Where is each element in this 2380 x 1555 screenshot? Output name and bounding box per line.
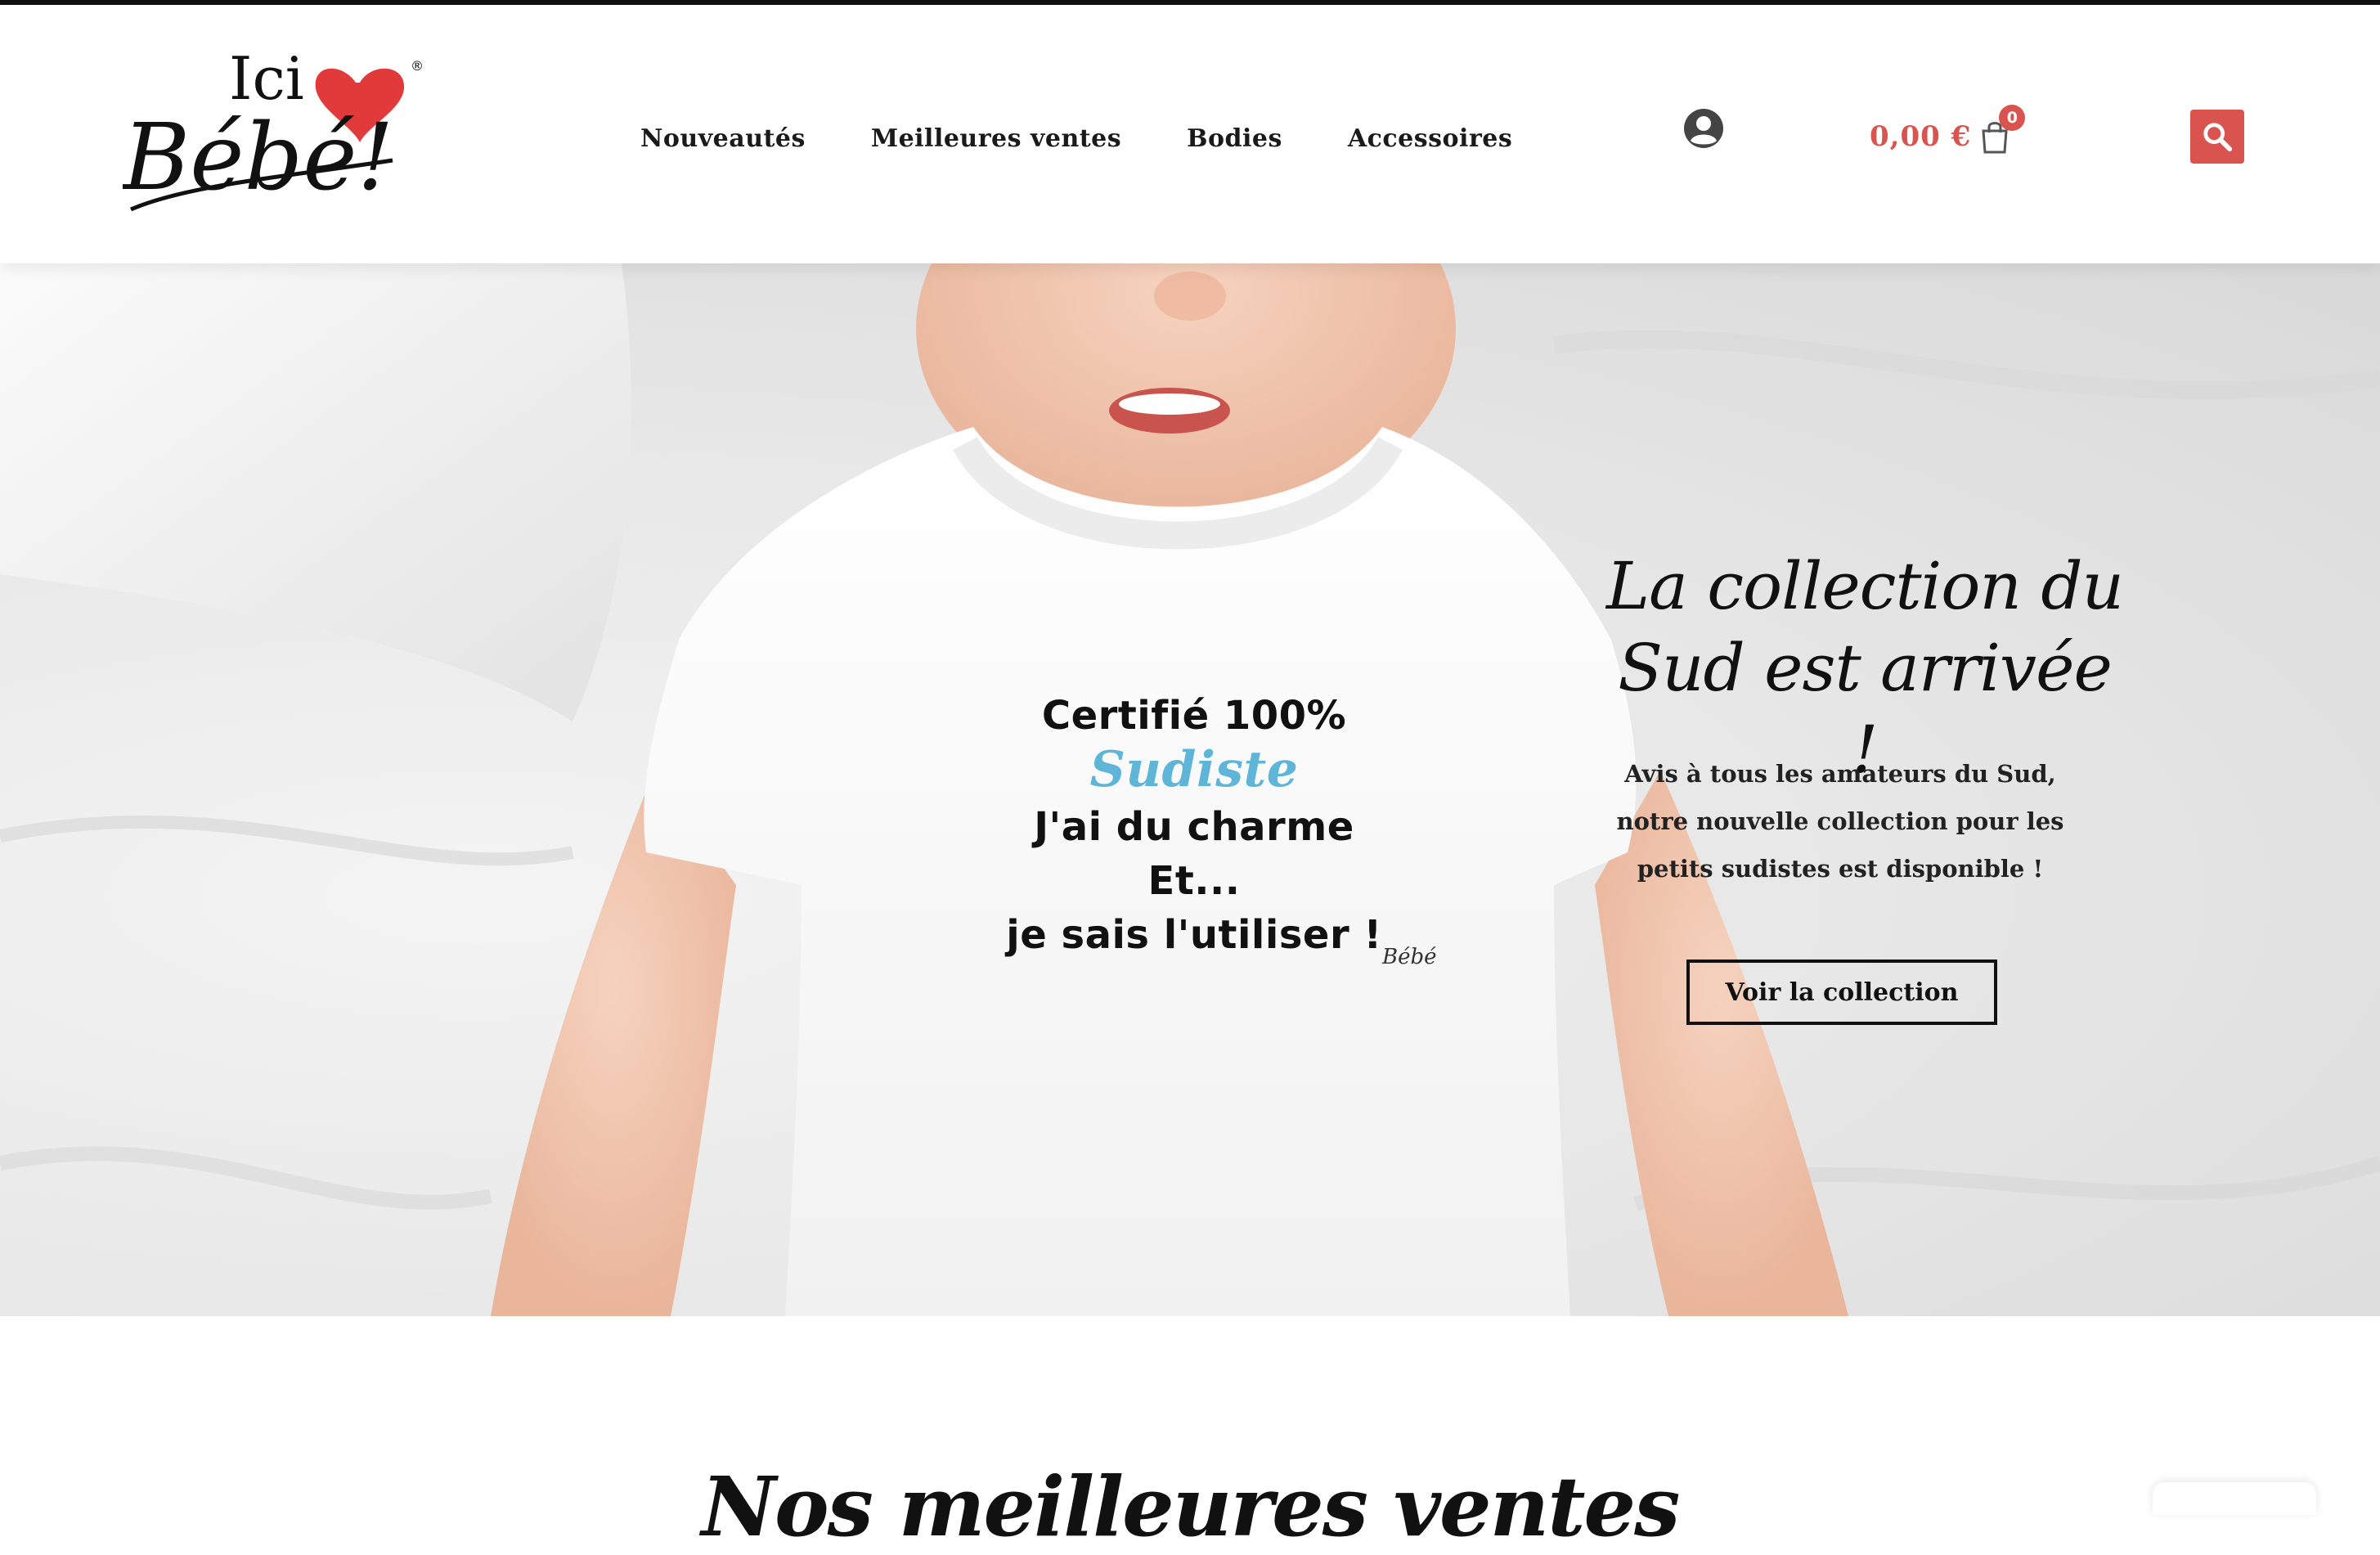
cart-total: 0,00 €: [1870, 120, 1972, 153]
nav-item-meilleures-ventes[interactable]: Meilleures ventes: [871, 124, 1121, 153]
shirt-line-4: je sais l'utiliser !: [1006, 912, 1382, 958]
cart-count-badge: 0: [1999, 105, 2026, 131]
logo-top-text: Ici: [229, 44, 304, 113]
nav-item-accessoires[interactable]: Accessoires: [1348, 124, 1512, 153]
bestsellers-heading: Nos meilleures ventes: [701, 1458, 1681, 1555]
search-button[interactable]: [2190, 110, 2244, 164]
shirt-line-1-accent: Sudiste: [1089, 741, 1299, 798]
cart-button[interactable]: 0,00 € 0: [1870, 105, 2026, 157]
hero-description: Avis à tous les amateurs du Sud, notre n…: [1616, 760, 2064, 883]
logo-graphic: Ici ® Bébé!: [121, 44, 424, 212]
hero-banner: Bébé Certifié 100% Sudiste J'ai du charm…: [0, 263, 2380, 1316]
search-icon: [2203, 123, 2233, 152]
shirt-line-1: Certifié 100% Sudiste: [932, 689, 1456, 800]
brand-logo[interactable]: Ici ® Bébé!: [121, 38, 433, 234]
nav-item-bodies[interactable]: Bodies: [1187, 124, 1282, 153]
view-collection-button[interactable]: Voir la collection: [1686, 960, 1997, 1025]
shopping-bag-icon: 0: [1979, 105, 2026, 154]
logo-bottom-text: Bébé!: [123, 105, 394, 211]
chat-widget[interactable]: [2153, 1482, 2316, 1515]
nav-item-nouveautes[interactable]: Nouveautés: [640, 124, 806, 153]
shirt-print-text: Certifié 100% Sudiste J'ai du charme Et.…: [932, 689, 1456, 962]
shirt-line-1-start: Certifié 100%: [1041, 693, 1347, 739]
shirt-line-3: Et...: [1147, 858, 1241, 904]
shirt-line-2: J'ai du charme: [1034, 804, 1354, 850]
site-header: Ici ® Bébé! Nouveautés Meilleures ventes…: [0, 5, 2380, 263]
registered-mark: ®: [411, 58, 424, 74]
user-circle-icon[interactable]: [1683, 108, 1724, 149]
main-nav: Nouveautés Meilleures ventes Bodies Acce…: [640, 118, 1512, 159]
